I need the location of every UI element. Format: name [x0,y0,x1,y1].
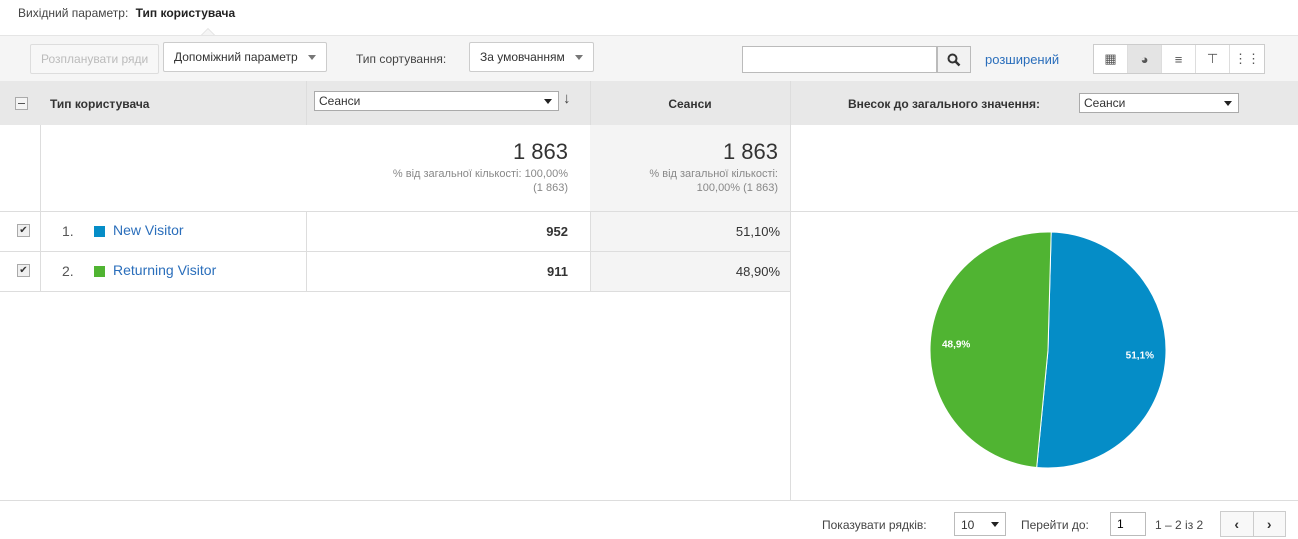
row-number: 2. [62,263,74,279]
chevron-down-icon [544,99,552,104]
sort-type-value: За умовчанням [480,50,565,64]
dimension-header-label[interactable]: Тип користувача [50,97,149,111]
view-switcher: ▦ ◕ ≡ ⊤ ⋮⋮ [1093,44,1265,74]
search-input[interactable] [742,46,937,73]
row-sessions-value: 911 [547,264,568,279]
pie-slice-label: 48,9% [942,339,970,350]
table-row[interactable]: ✔ 2. Returning Visitor 911 48,90% [0,252,790,291]
pagination-buttons: ‹ › [1220,511,1286,537]
row-dimension-link[interactable]: Returning Visitor [113,262,216,278]
row-percent-value: 51,10% [735,224,780,239]
chevron-down-icon [574,54,583,60]
pagination-range: 1 – 2 із 2 [1155,518,1204,532]
series-color-swatch [94,266,105,277]
total-sessions-note-line2: (1 863) [533,182,568,194]
series-color-swatch [94,226,105,237]
totals-sessions: 1 863 % від загальної кількості: 100,00%… [306,125,590,211]
table-view-icon[interactable]: ▦ [1094,45,1128,73]
rows-per-page-value: 10 [961,518,975,532]
row-checkbox[interactable]: ✔ [17,264,30,277]
metric-header: Сеанси ↓ [306,81,590,125]
contribution-select[interactable]: Сеанси [1079,93,1239,113]
prev-page-icon[interactable]: ‹ [1221,512,1254,536]
contribution-select-value: Сеанси [1084,96,1126,110]
primary-dimension-value[interactable]: Тип користувача [136,6,235,20]
primary-dimension-label: Вихідний параметр: [18,6,129,20]
pie-view-icon[interactable]: ◕ [1128,45,1162,73]
chevron-down-icon [307,54,316,60]
table-toolbar: Розпланувати ряди Допоміжний параметр Ти… [0,35,1298,81]
sort-desc-icon[interactable]: ↓ [563,90,571,107]
chevron-down-icon [991,522,999,527]
goto-page-input[interactable] [1110,512,1146,536]
contribution-label: Внесок до загального значення: [848,97,1041,111]
search-icon [947,53,961,66]
total-sessions-note: % від загальної кількості: 100,00% (1 86… [308,167,568,195]
primary-dimension: Вихідний параметр: Тип користувача [18,6,235,20]
metric-select-value: Сеанси [319,94,361,108]
rows-per-page-label: Показувати рядків: [822,518,927,532]
secondary-dimension-label: Допоміжний параметр [174,50,298,64]
contribution-header: Внесок до загального значення: Сеанси [790,81,1298,125]
metric-select[interactable]: Сеанси [314,91,559,111]
chevron-down-icon [1224,101,1232,106]
total-sessions2-note: % від загальної кількості: 100,00% (1 86… [588,167,778,195]
total-sessions-note-line1: % від загальної кількості: 100,00% [392,168,568,180]
pie-slice-label: 51,1% [1126,351,1154,362]
sort-type-label: Тип сортування: [356,52,447,66]
secondary-dimension-dropdown[interactable]: Допоміжний параметр [163,42,327,72]
row-checkbox[interactable]: ✔ [17,224,30,237]
totals-sessions-2: 1 863 % від загальної кількості: 100,00%… [590,125,790,211]
select-all-checkbox[interactable] [15,97,28,110]
rows-per-page-select[interactable]: 10 [954,512,1006,536]
comparison-view-icon[interactable]: ⊤ [1196,45,1230,73]
total-sessions2-note-line2: 100,00% (1 863) [696,182,778,194]
metric2-header-label[interactable]: Сеанси [590,97,790,111]
next-page-icon[interactable]: › [1254,512,1286,536]
sort-type-dropdown[interactable]: За умовчанням [469,42,594,72]
plot-rows-button[interactable]: Розпланувати ряди [30,44,160,74]
goto-page-label: Перейти до: [1021,518,1089,532]
row-percent-value: 48,90% [735,264,780,279]
search-button[interactable] [937,46,971,73]
pie-chart: 51,1% 48,9% [929,231,1167,469]
metric2-header: Сеанси [590,81,790,125]
total-sessions2-value: 1 863 [722,139,778,164]
pivot-view-icon[interactable]: ⋮⋮ [1230,45,1264,73]
total-sessions-value: 1 863 [512,139,568,164]
table-row[interactable]: ✔ 1. New Visitor 952 51,10% [0,212,790,251]
dimension-header: Тип користувача [0,81,306,125]
row-dimension-link[interactable]: New Visitor [113,222,184,238]
advanced-filter-link[interactable]: розширений [985,52,1059,67]
performance-view-icon[interactable]: ≡ [1162,45,1196,73]
row-sessions-value: 952 [546,224,568,239]
row-number: 1. [62,223,74,239]
total-sessions2-note-line1: % від загальної кількості: [649,168,778,180]
